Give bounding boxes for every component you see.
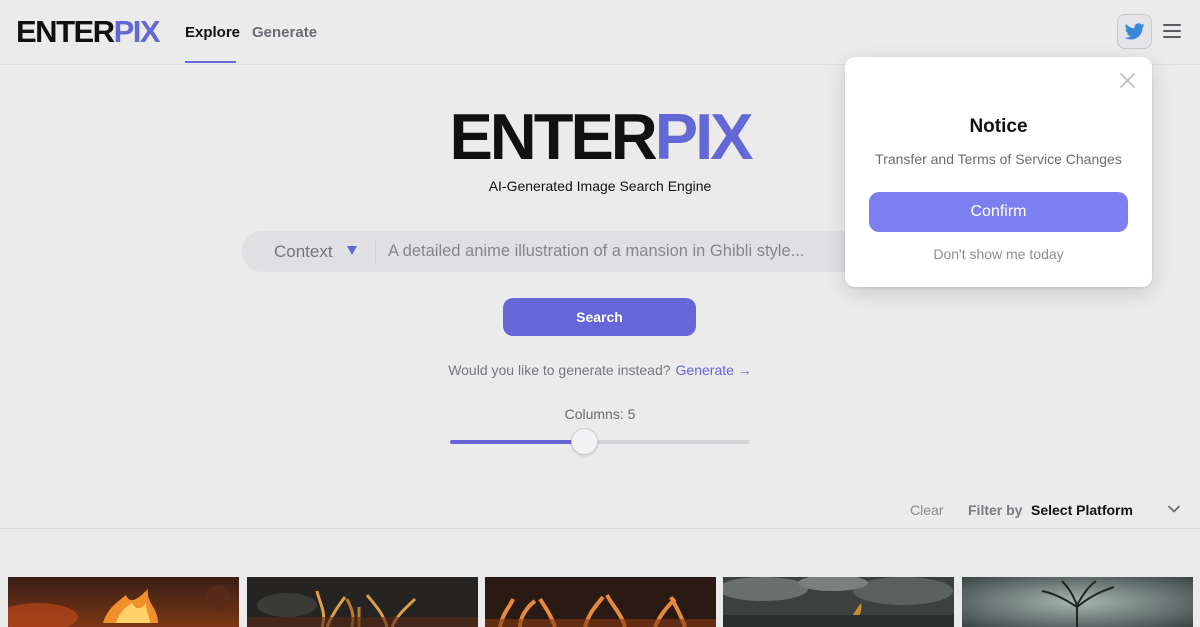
image-thumbnail-burning-tree[interactable] [247,577,478,627]
fire-antlers-image [485,577,716,627]
active-tab-indicator [185,61,236,63]
hero-logo-enter: ENTER [449,100,657,173]
search-divider [375,239,376,265]
close-icon[interactable] [1119,72,1136,89]
columns-label: Columns: 5 [564,406,636,422]
clear-filter-button[interactable]: Clear [910,502,943,518]
columns-slider-thumb[interactable] [570,428,598,455]
image-thumbnail-fire-dragon[interactable] [8,577,239,627]
filter-divider [0,528,1200,529]
logo-text-pix: PIX [113,14,161,49]
modal-title: Notice [969,116,1028,137]
search-mode-select[interactable]: Context [274,242,333,262]
fire-dragon-image [8,577,239,627]
top-header: ENTERPIX Explore Generate [0,0,1200,65]
hamburger-icon-bar [1163,24,1181,26]
notice-modal: Notice Transfer and Terms of Service Cha… [845,57,1152,287]
image-thumbnail-storm-creature[interactable] [723,577,954,627]
twitter-icon [1124,23,1145,40]
generate-link[interactable]: Generate → [676,362,752,378]
search-input[interactable]: A detailed anime illustration of a mansi… [388,242,804,261]
image-thumbnail-bare-tree[interactable] [962,577,1193,627]
storm-creature-image [723,577,954,627]
platform-select[interactable]: Select Platform [1031,502,1133,518]
columns-slider-fill [450,440,585,444]
search-button[interactable]: Search [503,298,696,336]
image-thumbnail-fire-antlers[interactable] [485,577,716,627]
hamburger-icon-bar [1163,30,1181,32]
twitter-button[interactable] [1117,14,1152,49]
burning-tree-image [247,577,478,627]
modal-subtitle: Transfer and Terms of Service Changes [875,151,1122,167]
hamburger-icon-bar [1163,36,1181,38]
hamburger-menu-button[interactable] [1162,22,1182,40]
hero-logo-pix: PIX [654,100,754,173]
logo-text-enter: ENTER [16,14,115,49]
dont-show-today-link[interactable]: Don't show me today [845,246,1152,262]
bare-tree-image [962,577,1193,627]
caret-down-icon[interactable] [347,246,357,255]
header-logo[interactable]: ENTERPIX [16,13,161,51]
tab-explore[interactable]: Explore [185,24,240,42]
columns-slider[interactable] [450,428,750,455]
generate-prompt-text: Would you like to generate instead? [448,362,671,378]
chevron-down-icon[interactable] [1167,504,1181,514]
confirm-button[interactable]: Confirm [869,192,1128,232]
generate-prompt: Would you like to generate instead? Gener… [0,362,1200,378]
filter-by-label: Filter by [968,502,1023,518]
tab-generate[interactable]: Generate [252,24,317,42]
